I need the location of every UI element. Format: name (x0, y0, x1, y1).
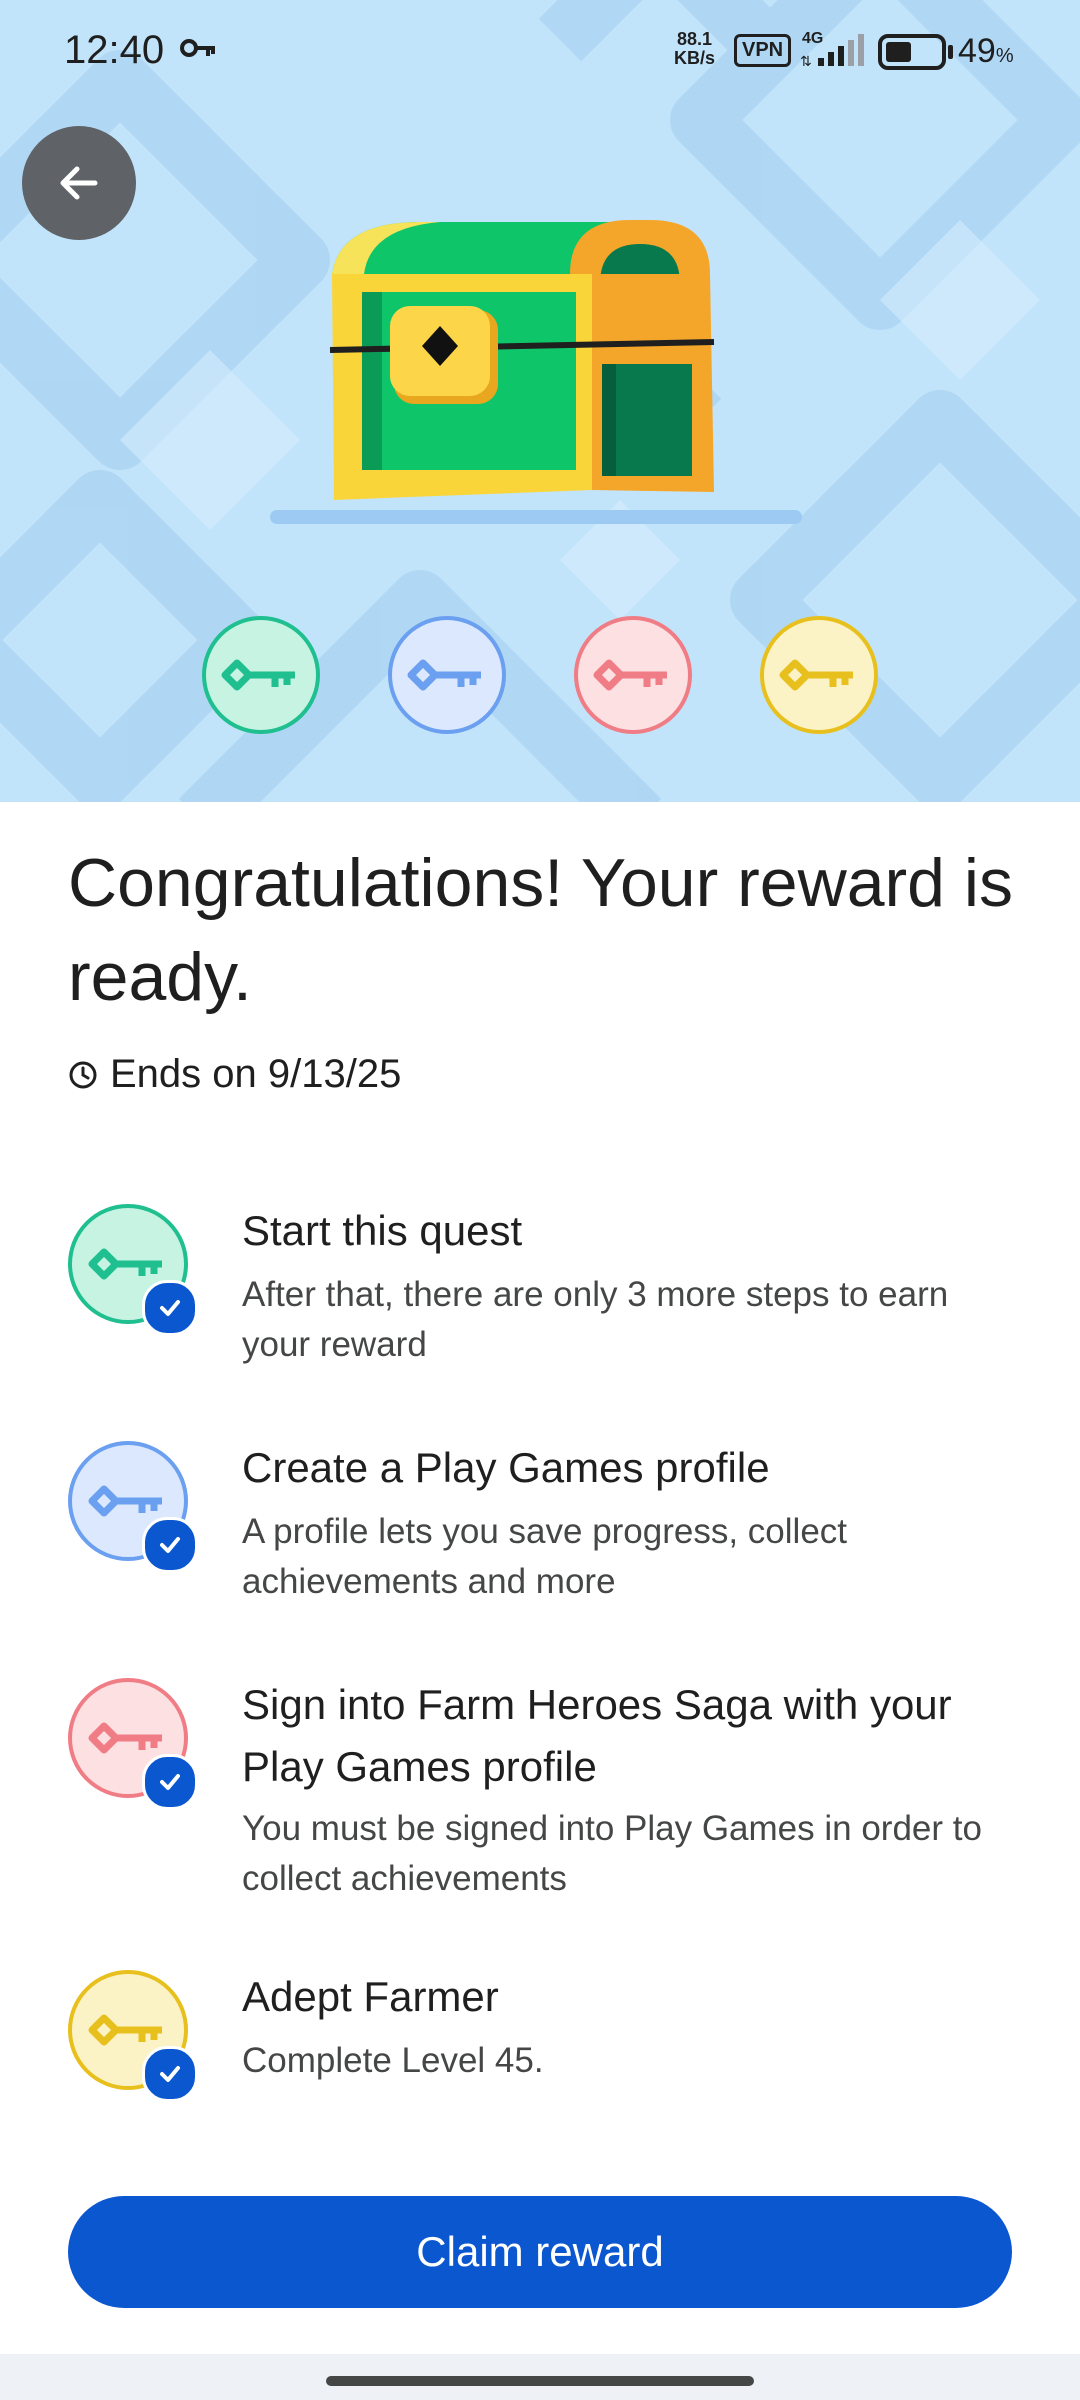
gesture-nav-bar (0, 2354, 1080, 2400)
status-time: 12:40 (64, 28, 165, 72)
step-title: Create a Play Games profile (242, 1444, 770, 1491)
claim-reward-button[interactable]: Claim reward (68, 2196, 1012, 2308)
yellow-key-badge (760, 616, 878, 734)
key-icon (407, 659, 481, 691)
blue-key-badge (388, 616, 506, 734)
key-icon (593, 659, 667, 691)
vpn-badge: VPN (734, 34, 792, 67)
quest-end-date: Ends on 9/13/25 (68, 1052, 401, 1097)
check-icon (142, 1280, 198, 1336)
step-title: Sign into Farm Heroes Saga with your Pla… (242, 1681, 952, 1790)
key-icon (221, 659, 295, 691)
key-icon (88, 1722, 162, 1754)
check-icon (142, 2046, 198, 2102)
key-icon (88, 2014, 162, 2046)
quest-keys-row (0, 616, 1080, 734)
battery-icon (878, 34, 953, 70)
step-title: Start this quest (242, 1207, 523, 1254)
key-icon (88, 1248, 162, 1280)
green-key-badge (202, 616, 320, 734)
step-description: Complete Level 45. (242, 2041, 544, 2080)
key-icon (779, 659, 853, 691)
reward-hero-banner: 12:40 88.1 KB/s VPN 4G ⇅ 49% (0, 0, 1080, 802)
battery-percent: 49% (958, 32, 1014, 70)
status-bar: 12:40 88.1 KB/s VPN 4G ⇅ 49% (64, 28, 1014, 72)
back-button[interactable] (22, 126, 136, 240)
red-key-badge (574, 616, 692, 734)
svg-text:⇅: ⇅ (800, 54, 812, 70)
check-icon (142, 1517, 198, 1573)
network-speed: 88.1 KB/s (674, 29, 716, 68)
step-title: Adept Farmer (242, 1973, 499, 2020)
arrow-left-icon (60, 166, 98, 200)
check-icon (142, 1754, 198, 1810)
end-date-text: Ends on 9/13/25 (110, 1052, 402, 1096)
page-title: Congratulations! Your reward is ready. (68, 845, 1013, 1015)
clock-icon (69, 1061, 97, 1088)
step-description: After that, there are only 3 more steps … (242, 1275, 949, 1364)
vpn-key-icon (180, 39, 215, 57)
treasure-chest-illustration (270, 220, 802, 524)
key-icon (88, 1485, 162, 1517)
step-description: A profile lets you save progress, collec… (242, 1512, 848, 1601)
home-gesture-handle[interactable] (326, 2376, 754, 2386)
step-description: You must be signed into Play Games in or… (242, 1809, 982, 1898)
